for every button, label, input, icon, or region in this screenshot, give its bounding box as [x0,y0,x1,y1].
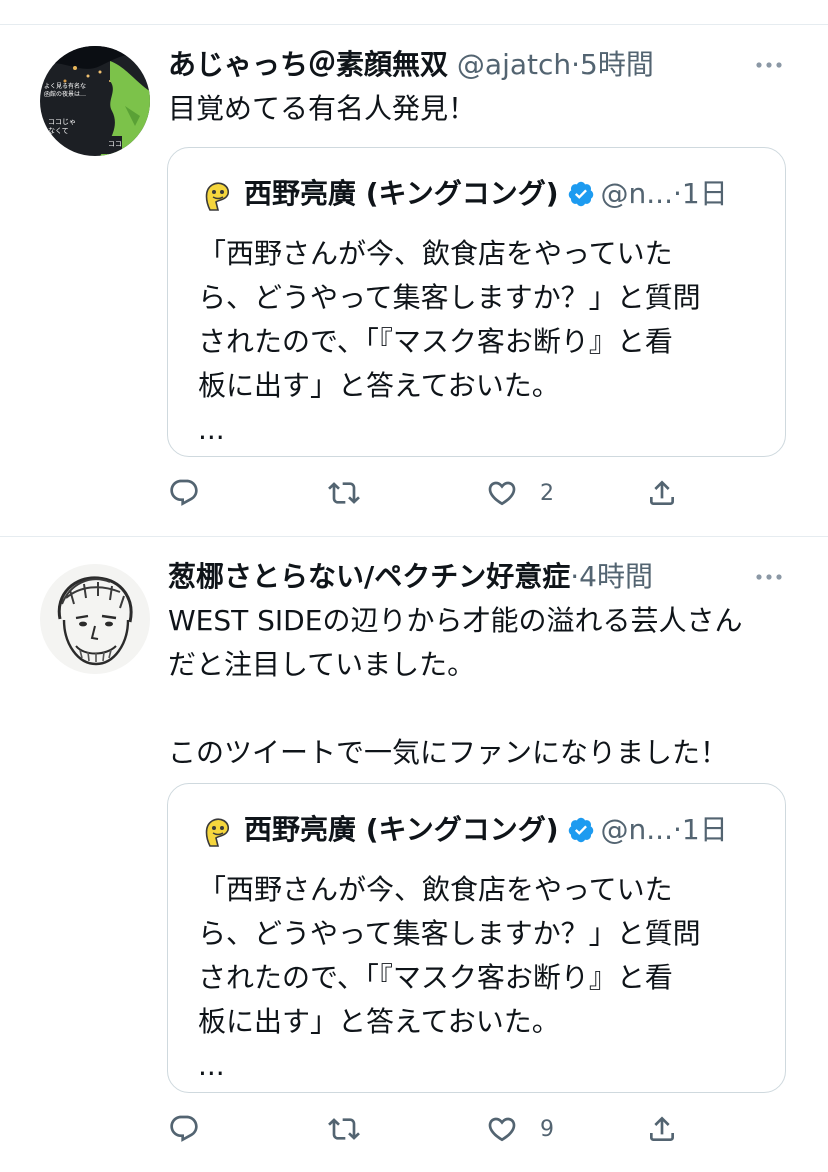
avatar-caption: ココじゃ [48,118,76,126]
quoted-text: 「西野さんが今、飲食店をやっていた ら、どうやって集客しますか？」と質問 された… [198,873,701,1082]
quoted-timestamp: 1日 [681,813,728,846]
separator: · [672,813,682,846]
reply-button[interactable] [168,1109,222,1149]
avatar-caption: 函館の夜景は… [44,90,86,98]
quoted-tweet[interactable]: 西野亮廣 (キングコング) @n...·1日 「西野さんが今、飲食店をやっていた… [167,783,786,1093]
tweet-header: 葱梛さとらない/ペクチン好意症·4時間 [168,557,653,597]
verified-icon [568,181,593,207]
like-button[interactable]: 2 [486,473,554,513]
like-icon [488,1117,516,1142]
like-count: 9 [540,1116,554,1142]
reply-icon [170,479,198,506]
retweet-button[interactable] [328,473,382,513]
verified-icon [568,817,593,843]
separator: · [570,560,580,593]
avatar-caption: ココ [108,140,122,148]
quoted-timestamp: 1日 [681,177,728,210]
more-icon[interactable] [754,55,784,75]
like-icon [488,481,516,506]
quoted-author-handle: @n... [600,813,673,846]
share-button[interactable] [646,1109,678,1149]
retweet-icon [328,1118,360,1140]
author-handle[interactable]: @ajatch [457,48,571,81]
reply-icon [170,1115,198,1142]
separator: · [672,177,682,210]
reply-button[interactable] [168,473,222,513]
like-button[interactable]: 9 [486,1109,554,1149]
avatar-caption: なくて [48,127,69,135]
action-bar: 9 [0,1109,828,1149]
quoted-text: 「西野さんが今、飲食店をやっていた ら、どうやって集客しますか？」と質問 された… [198,237,701,446]
tweet[interactable]: よく見る有名な 函館の夜景は… ココじゃ なくて ココ あじゃっち＠素顔無双 @… [0,25,828,537]
author-name[interactable]: あじゃっち＠素顔無双 [168,48,448,81]
tweet-header: あじゃっち＠素顔無双 @ajatch·5時間 [168,45,654,85]
tweet-text: 目覚めてる有名人発見！ [168,92,477,125]
retweet-button[interactable] [328,1109,382,1149]
timestamp[interactable]: 4時間 [579,560,653,593]
quoted-header: 西野亮廣 (キングコング) @n...·1日 [244,174,728,214]
avatar[interactable] [40,564,150,674]
share-icon [650,1116,674,1141]
separator: · [571,48,581,81]
quoted-author-name: 西野亮廣 (キングコング) [244,813,559,846]
quoted-avatar [205,818,230,847]
share-button[interactable] [646,473,678,513]
like-count: 2 [540,480,554,506]
more-icon[interactable] [754,567,784,587]
share-icon [650,480,674,505]
action-bar: 2 [0,473,828,513]
retweet-icon [328,482,360,504]
avatar[interactable]: よく見る有名な 函館の夜景は… ココじゃ なくて ココ [40,46,150,156]
quoted-author-handle: @n... [600,177,673,210]
avatar-caption: よく見る有名な [44,82,86,90]
timestamp[interactable]: 5時間 [580,48,654,81]
author-name[interactable]: 葱梛さとらない/ペクチン好意症 [168,560,570,593]
quoted-header: 西野亮廣 (キングコング) @n...·1日 [244,810,728,850]
quoted-avatar [205,182,230,211]
quoted-tweet[interactable]: 西野亮廣 (キングコング) @n...·1日 「西野さんが今、飲食店をやっていた… [167,147,786,457]
tweet-text: WEST SIDEの辺りから才能の溢れる芸人さん だと注目していました。 このツ… [168,604,743,769]
quoted-author-name: 西野亮廣 (キングコング) [244,177,559,210]
tweet[interactable]: 葱梛さとらない/ペクチン好意症·4時間 WEST SIDEの辺りから才能の溢れる… [0,537,828,1172]
